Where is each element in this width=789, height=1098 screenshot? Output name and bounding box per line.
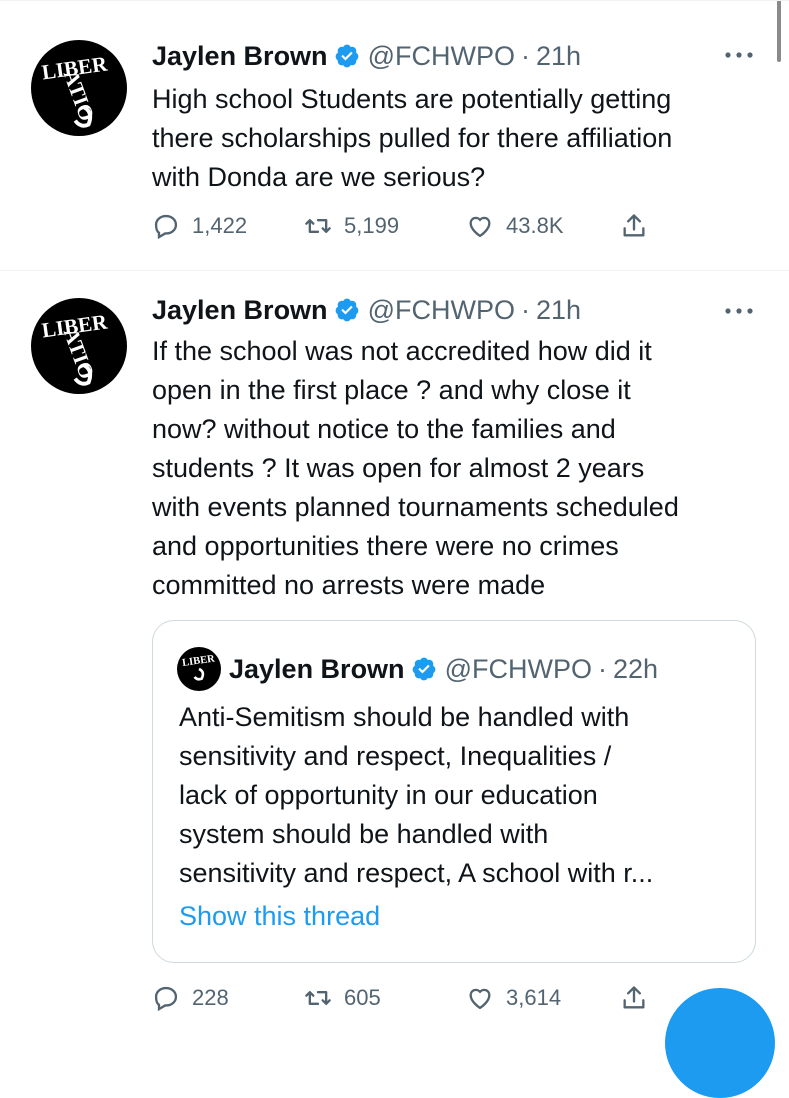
author-handle[interactable]: @FCHWPO (368, 295, 515, 326)
verified-badge-icon (335, 44, 358, 68)
more-options-icon[interactable] (722, 48, 756, 62)
like-button[interactable]: 3,614 (466, 978, 561, 1018)
separator-dot: · (520, 294, 530, 325)
tweet[interactable]: LIBER ATIO Jaylen Brown @FCHWPO · 21h Hi… (0, 0, 789, 270)
timestamp[interactable]: 21h (536, 41, 581, 72)
tweet-text-line: with Donda are we serious? (152, 162, 486, 192)
quoted-text-line: Anti-Semitism should be handled with (179, 702, 630, 732)
more-options-icon[interactable] (722, 304, 756, 318)
reply-icon (154, 986, 178, 1012)
action-bar: 228 605 3,614 (152, 978, 672, 1018)
retweet-count: 5,199 (344, 213, 400, 238)
reply-button[interactable]: 1,422 (152, 206, 247, 246)
avatar[interactable]: LIBER ATIO (31, 40, 127, 136)
quoted-text-line: sensitivity and respect, A school with r… (179, 858, 654, 888)
quoted-text-line: sensitivity and respect, Inequalities / (179, 741, 612, 771)
svg-text:LIBER: LIBER (181, 653, 215, 669)
timestamp[interactable]: 21h (536, 295, 581, 326)
retweet-button[interactable]: 5,199 (304, 206, 399, 246)
share-icon (623, 986, 645, 1009)
retweet-count: 605 (344, 985, 381, 1010)
retweet-icon (305, 991, 331, 1005)
quoted-text-line: lack of opportunity in our education (179, 780, 598, 810)
share-button[interactable] (620, 978, 660, 1018)
quoted-author-name: Jaylen Brown (229, 653, 405, 684)
like-button[interactable]: 43.8K (466, 206, 564, 246)
tweet-text-line: High school Students are potentially get… (152, 84, 672, 114)
tweet-text-line: If the school was not accredited how did… (152, 336, 652, 366)
heart-icon (469, 216, 491, 238)
author-name[interactable]: Jaylen Brown (152, 295, 328, 326)
avatar[interactable]: LIBER ATIO (31, 298, 127, 394)
show-thread-link[interactable]: Show this thread (179, 901, 380, 932)
reply-icon (154, 214, 178, 240)
reply-button[interactable]: 228 (152, 978, 229, 1018)
separator-dot: · (520, 40, 530, 71)
retweet-button[interactable]: 605 (304, 978, 381, 1018)
author-name[interactable]: Jaylen Brown (152, 41, 328, 72)
verified-badge-icon (335, 298, 358, 322)
quoted-timestamp: 22h (612, 653, 659, 684)
retweet-icon (305, 219, 331, 233)
tweet-text-line: with events planned tournaments schedule… (152, 492, 679, 522)
tweet-text: High school Students are potentially get… (152, 80, 762, 197)
author-handle[interactable]: @FCHWPO (368, 41, 515, 72)
like-count: 43.8K (506, 213, 564, 238)
quoted-avatar: LIBER (177, 647, 221, 691)
quoted-author-handle: @FCHWPO (444, 653, 592, 684)
reply-count: 1,422 (192, 213, 248, 238)
tweet-text: If the school was not accredited how did… (152, 332, 762, 605)
heart-icon (469, 988, 491, 1010)
share-icon (623, 214, 645, 237)
compose-tweet-button[interactable] (665, 988, 775, 1098)
action-bar: 1,422 5,199 43.8K (152, 206, 672, 246)
quoted-tweet-text: Anti-Semitism should be handled with sen… (179, 698, 739, 893)
quoted-tweet[interactable]: LIBER Jaylen Brown @FCHWPO · 22h Anti-Se… (152, 620, 756, 963)
reply-count: 228 (192, 985, 229, 1010)
tweet-text-line: committed no arrests were made (152, 570, 546, 600)
verified-badge-icon (412, 657, 435, 681)
tweet-text-line: open in the first place ? and why close … (152, 375, 631, 405)
tweet-text-line: students ? It was open for almost 2 year… (152, 453, 645, 483)
tweet-text-line: there scholarships pulled for there affi… (152, 123, 673, 153)
tweet-text-line: now? without notice to the families and (152, 414, 616, 444)
quoted-text-line: system should be handled with (179, 819, 549, 849)
separator-dot: · (597, 653, 607, 684)
like-count: 3,614 (506, 985, 562, 1010)
tweet-text-line: and opportunities there were no crimes (152, 531, 619, 561)
share-button[interactable] (620, 206, 660, 246)
